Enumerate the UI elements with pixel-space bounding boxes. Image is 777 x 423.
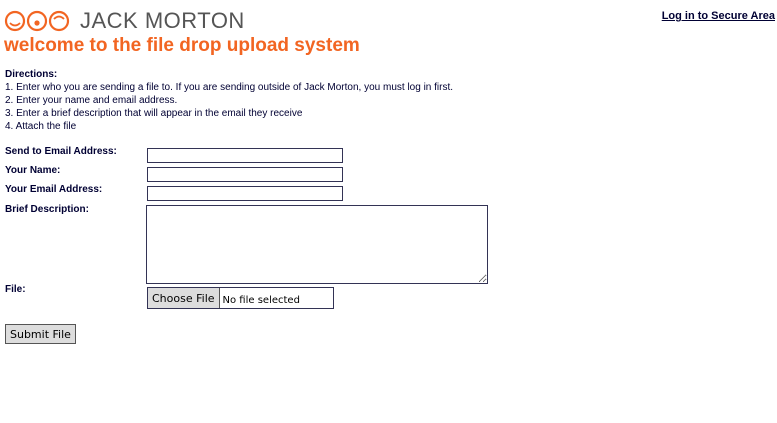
page-title: welcome to the file drop upload system: [4, 35, 360, 56]
your-name-input[interactable]: [147, 167, 343, 182]
submit-file-button[interactable]: Submit File: [5, 324, 76, 344]
file-status-text: No file selected: [222, 294, 300, 306]
your-email-label: Your Email Address:: [5, 184, 103, 195]
brief-description-label: Brief Description:: [5, 204, 89, 215]
send-to-email-label: Send to Email Address:: [5, 146, 117, 157]
three-circles-logo-icon: [4, 10, 70, 32]
file-input[interactable]: Choose File No file selected: [147, 287, 334, 309]
directions-title: Directions:: [5, 69, 58, 80]
directions-block: Directions: 1. Enter who you are sending…: [5, 68, 453, 133]
choose-file-button[interactable]: Choose File: [148, 288, 220, 308]
your-name-label: Your Name:: [5, 165, 61, 176]
direction-step: 4. Attach the file: [5, 121, 77, 132]
send-to-email-input[interactable]: [147, 148, 343, 163]
file-label: File:: [5, 284, 26, 295]
direction-step: 3. Enter a brief description that will a…: [5, 108, 303, 119]
direction-step: 1. Enter who you are sending a file to. …: [5, 82, 454, 93]
brand-logo: JACK MORTON: [4, 8, 245, 34]
direction-step: 2. Enter your name and email address.: [5, 95, 178, 106]
brief-description-textarea[interactable]: [146, 205, 488, 284]
logo-text: JACK MORTON: [80, 8, 245, 33]
your-email-input[interactable]: [147, 186, 343, 201]
secure-area-login-link[interactable]: Log in to Secure Area: [662, 10, 775, 22]
